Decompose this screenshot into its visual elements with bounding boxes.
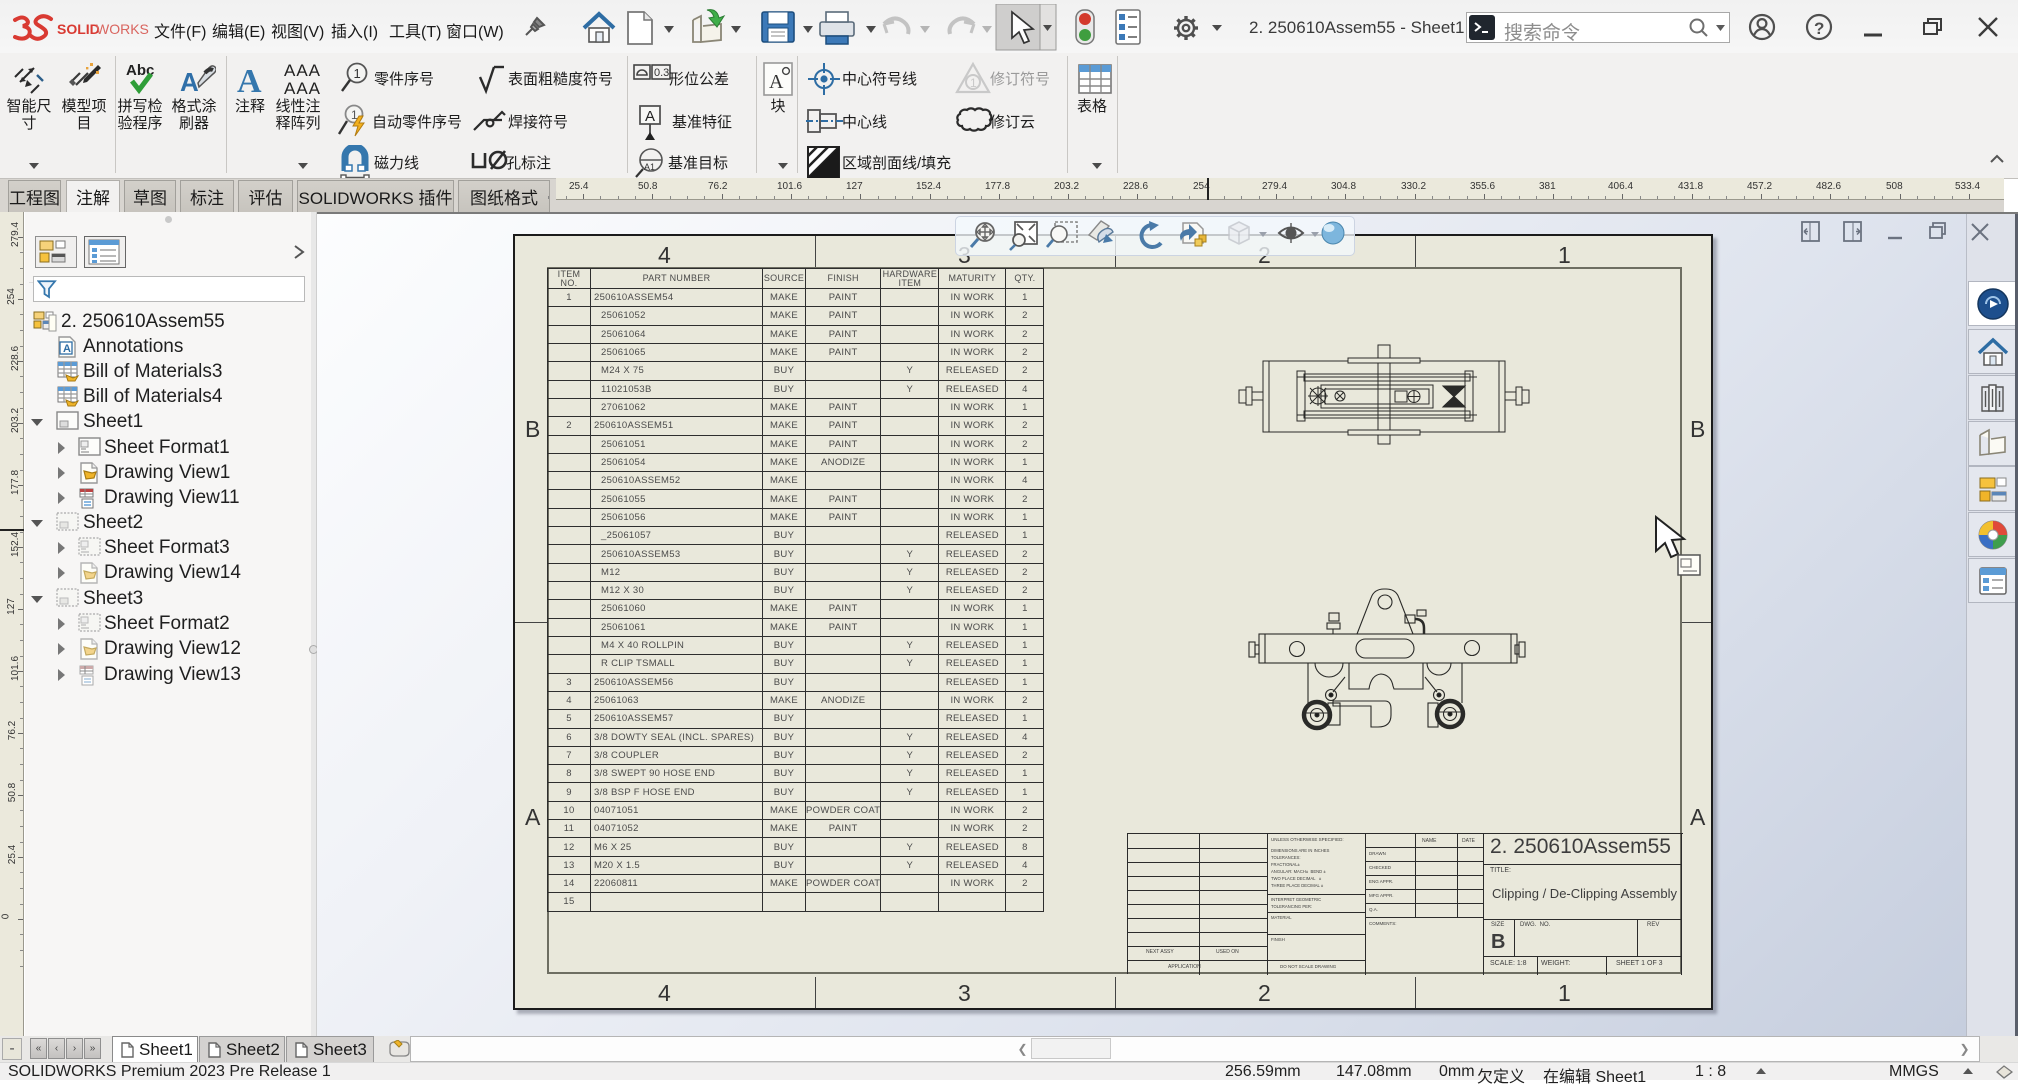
svg-text:A: A: [63, 343, 71, 355]
svg-text:WORKS: WORKS: [96, 21, 149, 37]
svg-text:A: A: [180, 67, 199, 97]
svg-text:1: 1: [354, 66, 361, 81]
svg-text:?: ?: [1814, 19, 1824, 38]
svg-text:A1: A1: [644, 162, 655, 172]
svg-text:A: A: [769, 71, 784, 93]
svg-text:SOLID: SOLID: [57, 21, 100, 37]
svg-text:1: 1: [970, 76, 977, 90]
svg-text:AAA: AAA: [284, 79, 321, 97]
svg-text:AAA: AAA: [284, 61, 321, 80]
svg-text:A: A: [645, 108, 655, 125]
svg-text:0.3: 0.3: [654, 67, 669, 79]
svg-text:A: A: [237, 63, 262, 97]
